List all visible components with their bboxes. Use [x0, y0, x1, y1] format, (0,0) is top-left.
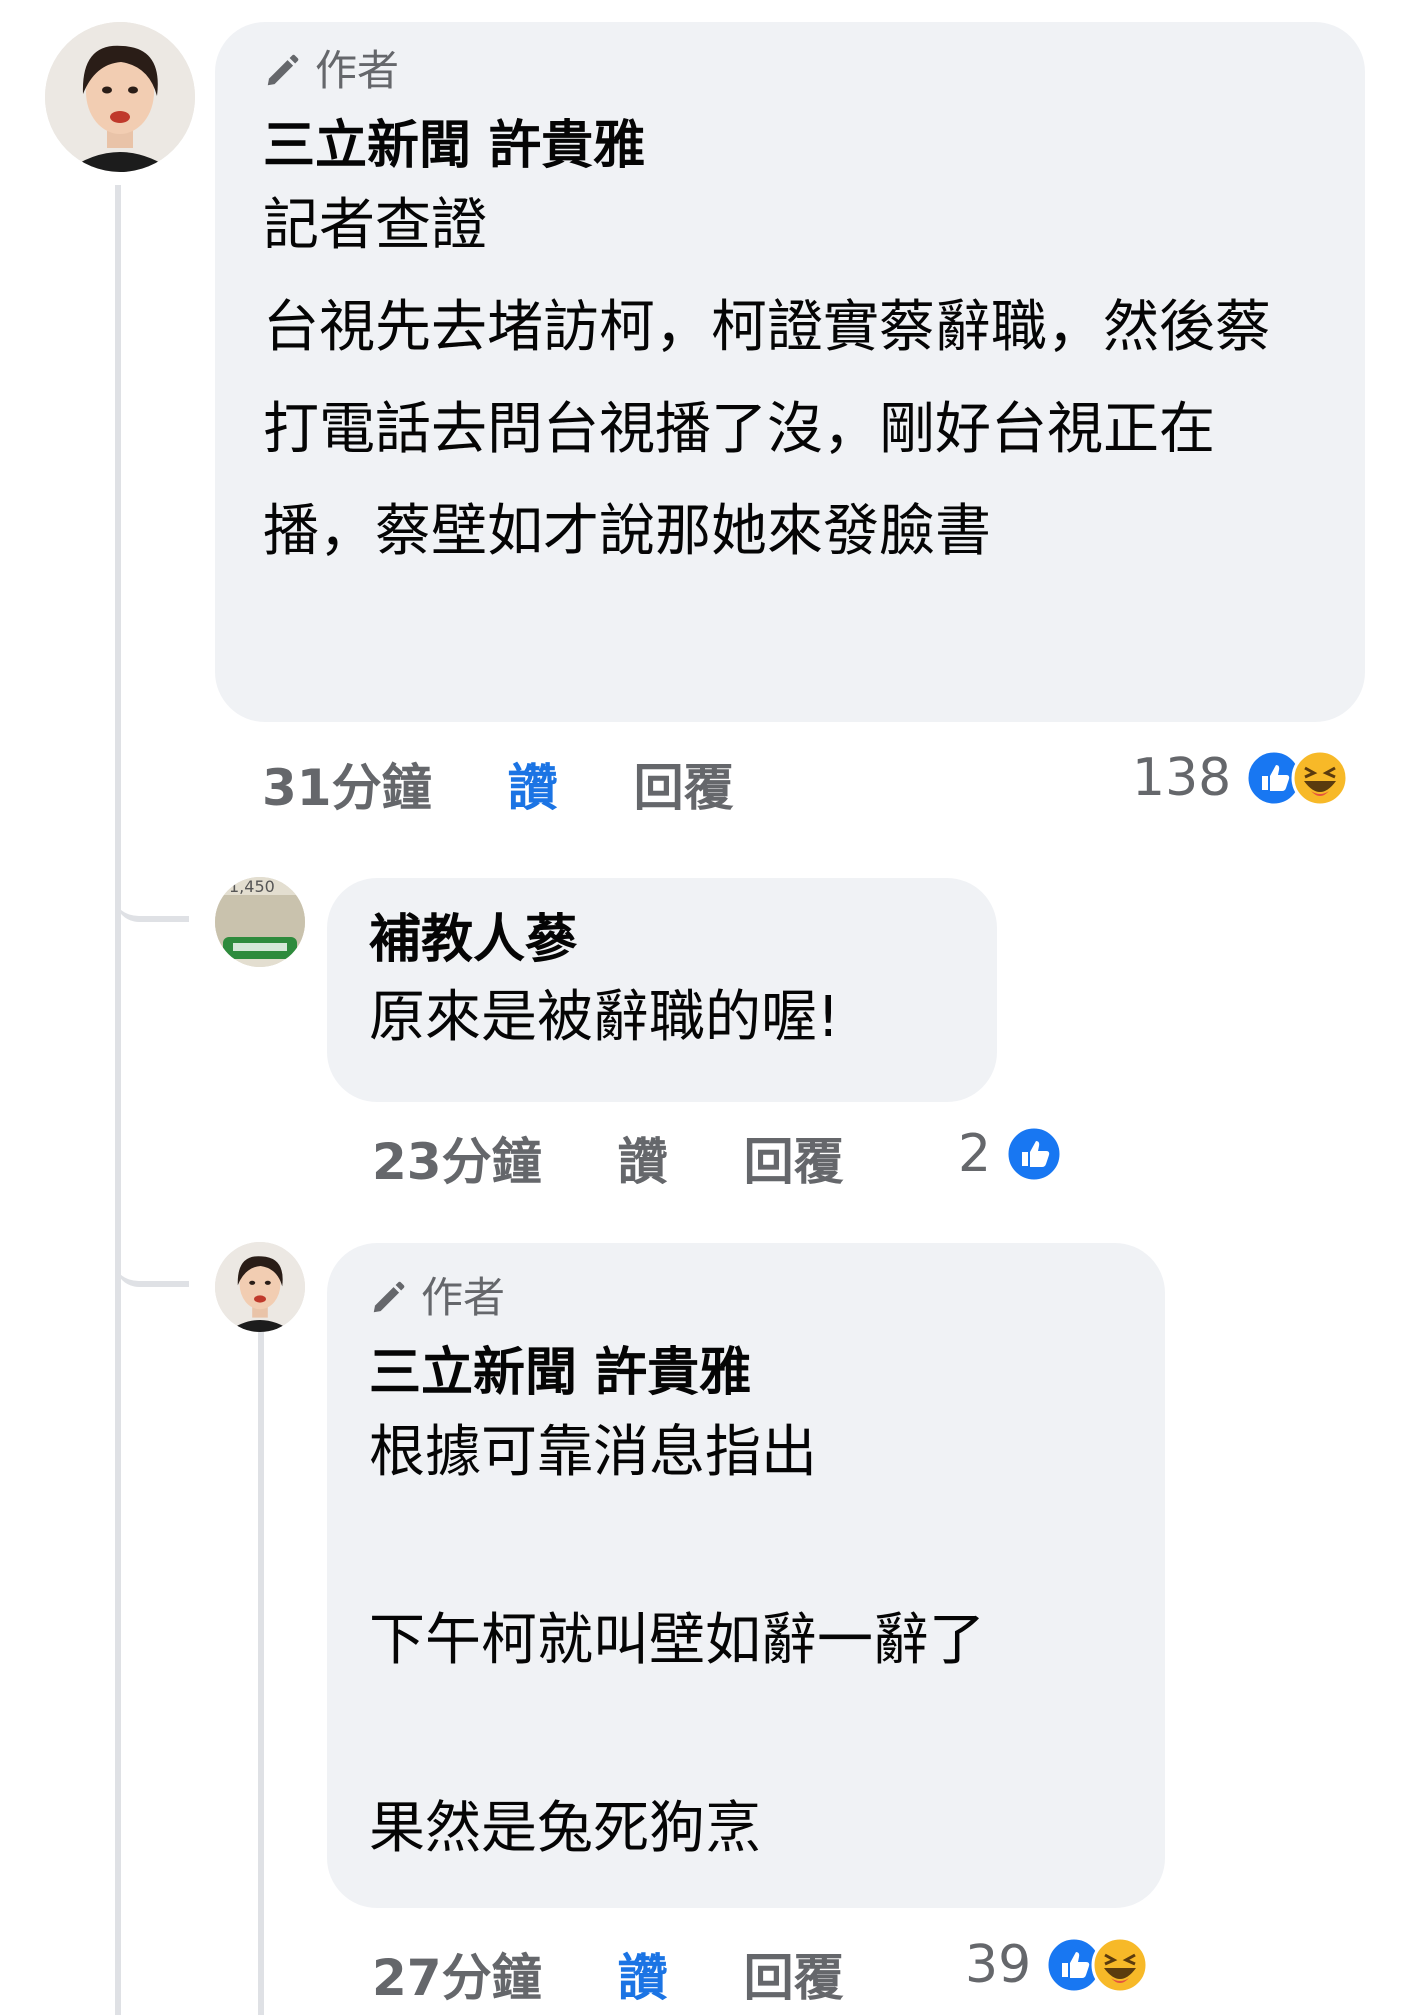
reply-bubble: 補教人蔘 原來是被辭職的喔! — [327, 878, 997, 1102]
reply-author[interactable]: 補教人蔘 — [369, 908, 952, 973]
avatar-photo — [45, 22, 195, 172]
reaction-summary[interactable]: 2 — [958, 1124, 1063, 1184]
reply-author[interactable]: 三立新聞 許貴雅 — [369, 1341, 1120, 1406]
avatar[interactable] — [215, 1242, 305, 1332]
comment-actions: 31分鐘 讚 回覆 — [262, 748, 734, 820]
author-badge: 作者 — [263, 50, 1320, 92]
reply-actions: 27分鐘 讚 回覆 — [372, 1938, 844, 2010]
reply-text: 根據可靠消息指出 下午柯就叫壁如辭一辭了 果然是兔死狗烹 — [369, 1420, 985, 1861]
like-button[interactable]: 讚 — [618, 1122, 668, 1194]
reply-button[interactable]: 回覆 — [634, 748, 734, 820]
reaction-count: 39 — [965, 1935, 1032, 1995]
reply-timestamp[interactable]: 27分鐘 — [372, 1938, 542, 2010]
reaction-count: 2 — [958, 1124, 992, 1184]
avatar[interactable] — [45, 22, 195, 172]
reply-text: 原來是被辭職的喔! — [369, 985, 840, 1050]
reply-bubble: 作者 三立新聞 許貴雅 根據可靠消息指出 下午柯就叫壁如辭一辭了 果然是兔死狗烹 — [327, 1243, 1165, 1908]
comment-text: 記者查證 台視先去堵訪柯，柯證實蔡辭職，然後蔡打電話去問台視播了沒，剛好台視正在… — [263, 193, 1271, 564]
author-badge: 作者 — [369, 1277, 1120, 1319]
thread-curve-reply-1 — [115, 860, 189, 922]
avatar-photo — [215, 1242, 305, 1332]
reply-button[interactable]: 回覆 — [744, 1938, 844, 2010]
reply-timestamp[interactable]: 23分鐘 — [372, 1122, 542, 1194]
like-icon — [1005, 1125, 1063, 1183]
reply-actions: 23分鐘 讚 回覆 — [372, 1122, 844, 1194]
pencil-icon — [373, 1281, 405, 1313]
reaction-count: 138 — [1132, 748, 1232, 808]
comment-bubble: 作者 三立新聞 許貴雅 記者查證 台視先去堵訪柯，柯證實蔡辭職，然後蔡打電話去問… — [215, 22, 1365, 722]
haha-icon — [1291, 749, 1349, 807]
badge-label: 作者 — [315, 46, 400, 95]
thread-curve-reply-2 — [115, 1225, 189, 1287]
reaction-summary[interactable]: 39 — [965, 1935, 1149, 1995]
haha-icon — [1091, 1936, 1149, 1994]
avatar[interactable]: 1,450 — [215, 877, 305, 967]
comment-author[interactable]: 三立新聞 許貴雅 — [263, 114, 1320, 179]
like-button[interactable]: 讚 — [618, 1938, 668, 2010]
thread-line-main — [115, 185, 121, 2015]
reply-button[interactable]: 回覆 — [744, 1122, 844, 1194]
thread-line-reply — [258, 1325, 264, 2015]
avatar-count-label: 1,450 — [229, 877, 275, 896]
pencil-icon — [267, 54, 299, 86]
comment-timestamp[interactable]: 31分鐘 — [262, 748, 432, 820]
like-button[interactable]: 讚 — [508, 748, 558, 820]
badge-label: 作者 — [421, 1273, 506, 1322]
reaction-summary[interactable]: 138 — [1132, 748, 1349, 808]
